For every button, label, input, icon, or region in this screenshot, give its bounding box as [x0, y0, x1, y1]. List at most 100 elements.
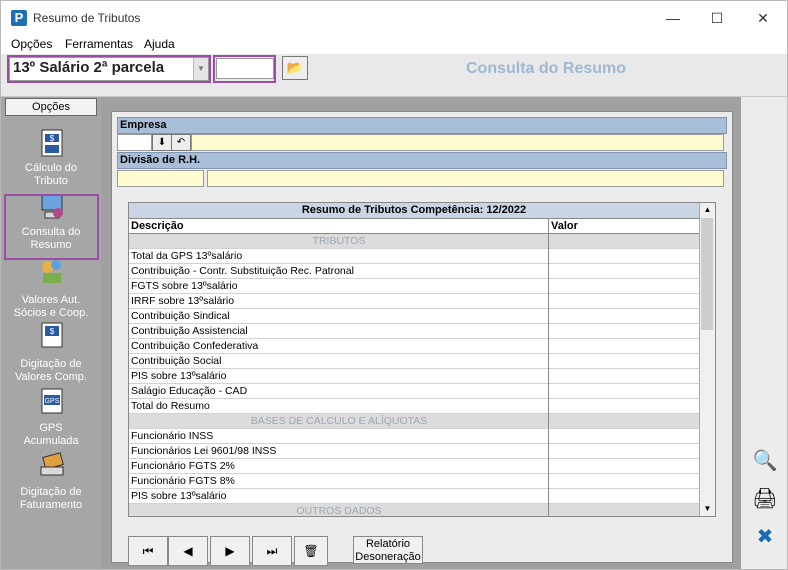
minimize-button[interactable]: —: [651, 5, 695, 31]
empresa-undo-button[interactable]: ↶: [171, 134, 191, 151]
search-user-button[interactable]: 🔍: [747, 443, 783, 479]
table-row[interactable]: PIS sobre 13ºsalário: [129, 489, 699, 504]
folder-open-icon: 📂: [286, 60, 304, 75]
section-row: BASES DE CÁLCULO E ALÍQUOTAS: [129, 414, 699, 429]
sidebar-header: Opções: [5, 98, 97, 116]
scroll-thumb[interactable]: [701, 218, 713, 330]
row-description: Salágio Educação - CAD: [131, 385, 248, 397]
menu-ajuda[interactable]: Ajuda: [144, 37, 175, 51]
svg-text:GPS: GPS: [45, 398, 60, 405]
grid-title: Resumo de Tributos Competência: 12/2022: [129, 203, 699, 219]
search-user-icon: 🔍: [752, 450, 778, 472]
close-button[interactable]: ✕: [741, 5, 785, 31]
last-record-button[interactable]: ⏭: [252, 536, 292, 566]
exit-icon: ✖: [756, 526, 774, 548]
sidebar-label: Faturamento: [19, 499, 83, 511]
table-row[interactable]: Salágio Educação - CAD: [129, 384, 699, 399]
row-description: Contribuição Sindical: [131, 310, 230, 322]
scroll-down-icon[interactable]: ▼: [700, 502, 715, 516]
first-record-button[interactable]: ⏮: [128, 536, 168, 566]
section-row: TRIBUTOS: [129, 234, 699, 249]
open-folder-button[interactable]: 📂: [282, 56, 308, 80]
table-row[interactable]: Contribuição Sindical: [129, 309, 699, 324]
table-row[interactable]: Contribuição Assistencial: [129, 324, 699, 339]
next-record-button[interactable]: ▶: [210, 536, 250, 566]
content-panel: Empresa ⬇ ↶ Divisão de R.H. Resumo de Tr…: [111, 111, 733, 566]
table-row[interactable]: Funcionário INSS: [129, 429, 699, 444]
menu-bar: Opções Ferramentas Ajuda: [1, 34, 787, 54]
window-title: Resumo de Tributos: [33, 11, 141, 25]
col-valor: Valor: [551, 220, 578, 232]
column-divider: [548, 219, 549, 516]
sidebar-label: GPS: [39, 422, 63, 434]
menu-opcoes[interactable]: Opções: [11, 37, 52, 51]
empresa-code-field[interactable]: [117, 134, 152, 151]
table-row[interactable]: IRRF sobre 13ºsalário: [129, 294, 699, 309]
sidebar: Opções $ Cálculo do Tributo Consulta do Re…: [1, 97, 101, 569]
exit-button[interactable]: ✖: [747, 519, 783, 555]
divisao-name-field[interactable]: [207, 170, 724, 187]
table-row[interactable]: Funcionários Lei 9601/98 INSS: [129, 444, 699, 459]
relatorio-desoneracao-button[interactable]: Relatório Desoneração: [353, 536, 423, 564]
sidebar-label: Digitação de: [20, 358, 82, 370]
table-row[interactable]: Funcionário FGTS 8%: [129, 474, 699, 489]
table-row[interactable]: FGTS sobre 13ºsalário: [129, 279, 699, 294]
delete-button[interactable]: 🗑: [294, 536, 328, 566]
sidebar-label: Acumulada: [23, 435, 79, 447]
sidebar-item-calculo[interactable]: $ Cálculo do Tributo: [5, 129, 97, 189]
maximize-button[interactable]: ☐: [695, 5, 739, 31]
row-description: OUTROS DADOS: [296, 505, 382, 517]
sidebar-item-gps-acumulada[interactable]: GPS GPS Acumulada: [5, 387, 97, 447]
empresa-label: Empresa: [117, 117, 727, 134]
row-description: TRIBUTOS: [312, 235, 366, 247]
grid-header: Descrição Valor: [129, 219, 699, 234]
col-descricao: Descrição: [131, 220, 184, 232]
prev-record-button[interactable]: ◀: [168, 536, 208, 566]
menu-ferramentas[interactable]: Ferramentas: [65, 37, 133, 51]
page-title: Consulta do Resumo: [466, 60, 627, 77]
sidebar-label: Cálculo do: [25, 162, 77, 174]
grid-rows: TRIBUTOS Total da GPS 13ºsalário Contribui…: [129, 234, 699, 517]
row-description: Contribuição Social: [131, 355, 222, 367]
row-description: FGTS sobre 13ºsalário: [131, 280, 238, 292]
laptop-icon: [40, 452, 64, 476]
empresa-name-field[interactable]: [191, 134, 724, 151]
sidebar-item-digitacao-valores[interactable]: $ Digitação de Valores Comp.: [5, 321, 97, 383]
sidebar-item-valores-aut[interactable]: Valores Aut. Sócios e Coop.: [5, 257, 97, 319]
scroll-up-icon[interactable]: ▲: [700, 203, 715, 217]
title-bar: P Resumo de Tributos — ☐ ✕: [1, 1, 787, 34]
row-description: Funcionários Lei 9601/98 INSS: [131, 445, 277, 457]
empresa-lookup-button[interactable]: ⬇: [152, 134, 172, 151]
sidebar-label: Valores Aut.: [21, 294, 81, 306]
right-action-panel: 🔍 🖨 ✖: [741, 97, 787, 569]
table-row[interactable]: Contribuição Confederativa: [129, 339, 699, 354]
highlight-frame: [4, 194, 99, 260]
svg-text:$: $: [50, 134, 55, 143]
divisao-code-field[interactable]: [117, 170, 204, 187]
row-description: PIS sobre 13ºsalário: [131, 490, 227, 502]
calculator-doc-icon: $: [41, 129, 63, 157]
toolbar: 13º Salário 2ª parcela ▼ 📂 Consulta do R…: [1, 54, 787, 97]
row-description: Contribuição - Contr. Substituição Rec. …: [131, 265, 354, 277]
sidebar-label: Sócios e Coop.: [13, 307, 89, 319]
people-money-icon: [42, 260, 61, 283]
highlight-frame: [213, 55, 276, 83]
download-icon: ⬇: [157, 137, 167, 148]
table-row[interactable]: Total da GPS 13ºsalário: [129, 249, 699, 264]
resumo-grid: Resumo de Tributos Competência: 12/2022 …: [128, 202, 716, 517]
sidebar-item-digitacao-faturamento[interactable]: Digitação de Faturamento: [5, 451, 97, 511]
row-description: Contribuição Confederativa: [131, 340, 259, 352]
money-edit-icon: $: [41, 322, 63, 348]
row-description: Total da GPS 13ºsalário: [131, 250, 243, 262]
highlight-frame: [7, 55, 211, 83]
row-description: Funcionário INSS: [131, 430, 214, 442]
print-button[interactable]: 🖨: [747, 481, 783, 517]
row-description: BASES DE CÁLCULO E ALÍQUOTAS: [250, 415, 428, 427]
table-row[interactable]: Total do Resumo: [129, 399, 699, 414]
sidebar-label: Tributo: [34, 175, 68, 187]
vertical-scrollbar[interactable]: ▲ ▼: [699, 203, 715, 516]
table-row[interactable]: Contribuição Social: [129, 354, 699, 369]
table-row[interactable]: Contribuição - Contr. Substituição Rec. …: [129, 264, 699, 279]
table-row[interactable]: PIS sobre 13ºsalário: [129, 369, 699, 384]
table-row[interactable]: Funcionário FGTS 2%: [129, 459, 699, 474]
